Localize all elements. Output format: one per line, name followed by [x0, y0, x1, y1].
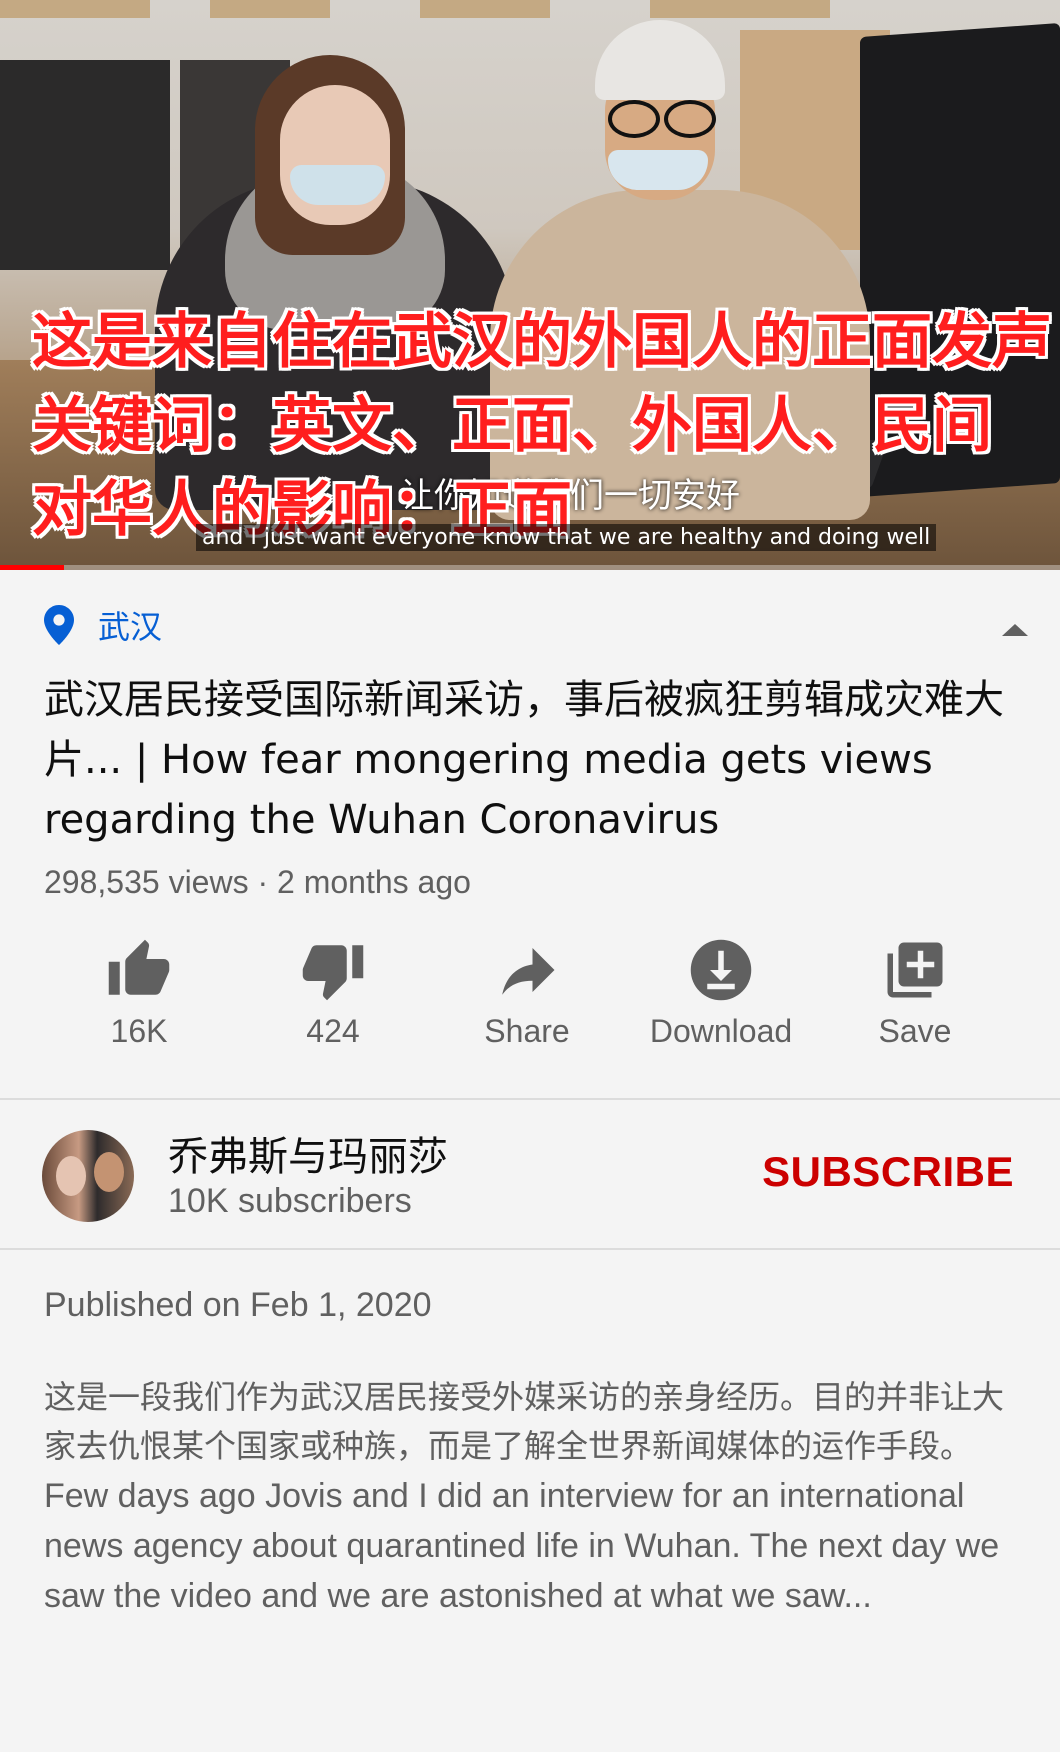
wall-panel	[650, 0, 830, 18]
video-info: 武汉 武汉居民接受国际新闻采访，事后被疯狂剪辑成灾难大片... | How fe…	[0, 570, 1060, 1100]
subscribe-button[interactable]: SUBSCRIBE	[762, 1148, 1014, 1196]
channel-name[interactable]: 乔弗斯与玛丽莎	[168, 1124, 448, 1182]
description: Published on Feb 1, 2020 这是一段我们作为武汉居民接受外…	[0, 1250, 1060, 1621]
download-icon	[690, 939, 752, 1001]
overlay-line: 这是来自住在武汉的外国人的正面发声	[32, 307, 1052, 377]
share-label: Share	[484, 1013, 570, 1049]
playlist-add-icon	[887, 942, 943, 998]
like-button[interactable]: 16K	[42, 937, 236, 1050]
channel-row: 乔弗斯与玛丽莎 10K subscribers SUBSCRIBE	[0, 1100, 1060, 1250]
like-count: 16K	[110, 1013, 168, 1049]
video-subtitle-english: and I just want everyone know that we ar…	[196, 524, 937, 551]
subscriber-count: 10K subscribers	[168, 1182, 412, 1220]
woman-mask	[290, 165, 385, 205]
avatar-face	[94, 1152, 124, 1192]
video-title: 武汉居民接受国际新闻采访，事后被疯狂剪辑成灾难大片... | How fear …	[44, 677, 1004, 843]
overlay-line: 关键词：英文、正面、外国人、民间	[32, 391, 992, 461]
avatar-face	[56, 1156, 86, 1196]
description-text-chinese: 这是一段我们作为武汉居民接受外媒采访的亲身经历。目的并非让大家去仇恨某个国家或种…	[44, 1378, 1005, 1465]
location-link[interactable]: 武汉	[44, 600, 1016, 650]
save-label: Save	[878, 1013, 952, 1049]
collapse-arrow-icon[interactable]	[1000, 620, 1030, 640]
channel-avatar[interactable]	[42, 1130, 134, 1222]
man-cap	[595, 20, 725, 100]
share-icon	[502, 948, 555, 995]
location-label: 武汉	[98, 608, 163, 646]
published-date: Published on Feb 1, 2020	[44, 1286, 432, 1324]
video-overlay-text: 这是来自住在武汉的外国人的正面发声 关键词：英文、正面、外国人、民间 对华人的影…	[32, 300, 1052, 552]
thumbs-down-icon	[302, 945, 364, 1001]
thumbs-up-icon	[108, 939, 170, 995]
action-bar: 16K 424 Share Download Save	[0, 937, 1060, 1050]
wall-panel	[210, 0, 330, 18]
dislike-button[interactable]: 424	[236, 937, 430, 1050]
dislike-count: 424	[306, 1013, 360, 1049]
save-button[interactable]: Save	[818, 937, 1012, 1050]
description-text-english: Few days ago Jovis and I did an intervie…	[44, 1477, 1000, 1615]
wall-panel	[0, 60, 170, 270]
share-button[interactable]: Share	[430, 937, 624, 1050]
wall-panel	[420, 0, 550, 18]
wall-panel	[0, 0, 150, 18]
man-mask	[608, 150, 708, 190]
location-pin-icon	[44, 605, 74, 645]
man-glasses	[600, 100, 720, 138]
download-label: Download	[649, 1013, 793, 1049]
video-player[interactable]: 让你知道我们一切安好 这是来自住在武汉的外国人的正面发声 关键词：英文、正面、外…	[0, 0, 1060, 570]
view-count-and-date: 298,535 views · 2 months ago	[44, 864, 471, 900]
download-button[interactable]: Download	[624, 937, 818, 1050]
